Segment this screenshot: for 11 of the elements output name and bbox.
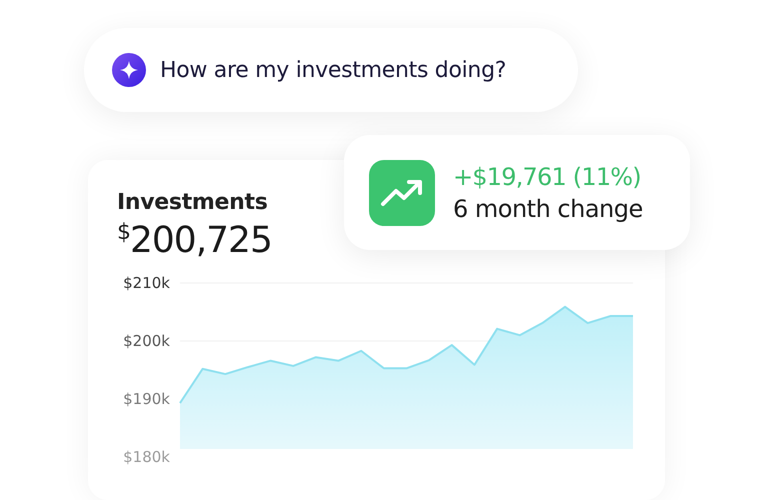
card-title: Investments: [117, 190, 268, 215]
balance-amount: $200,725: [117, 219, 272, 263]
change-label: 6 month change: [453, 194, 643, 224]
axis-tick-label: $200k: [123, 332, 170, 350]
axis-tick-label: $190k: [123, 390, 170, 408]
change-amount: +$19,761 (11%): [453, 162, 641, 192]
prompt-text: How are my investments doing?: [160, 58, 506, 82]
axis-tick-label: $210k: [123, 274, 170, 292]
sparkle-icon: [112, 53, 146, 87]
trend-up-icon: [369, 160, 435, 226]
axis-tick-label: $180k: [123, 448, 170, 466]
